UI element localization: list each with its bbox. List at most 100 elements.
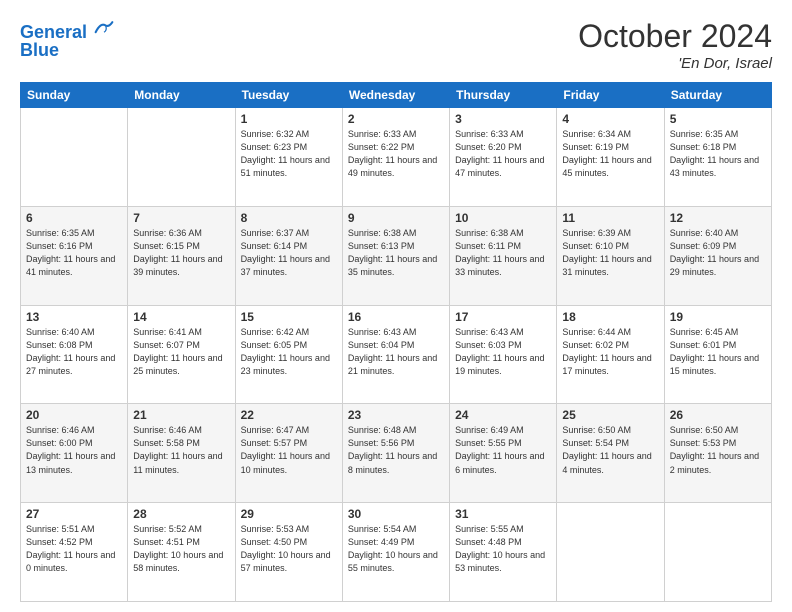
day-number: 12 bbox=[670, 211, 766, 225]
day-info: Sunrise: 6:48 AM Sunset: 5:56 PM Dayligh… bbox=[348, 424, 444, 476]
calendar-week-row: 20 Sunrise: 6:46 AM Sunset: 6:00 PM Dayli… bbox=[21, 404, 772, 503]
weekday-header: Thursday bbox=[450, 83, 557, 108]
day-info: Sunrise: 6:38 AM Sunset: 6:11 PM Dayligh… bbox=[455, 227, 551, 279]
calendar-day: 5Sunrise: 6:35 AM Sunset: 6:18 PM Daylig… bbox=[664, 108, 771, 207]
calendar-day: 25 Sunrise: 6:50 AM Sunset: 5:54 PM Dayli… bbox=[557, 404, 664, 503]
day-info: Sunrise: 6:39 AM Sunset: 6:10 PM Dayligh… bbox=[562, 227, 658, 279]
header: General Blue October 2024 'En Dor, Israe… bbox=[20, 18, 772, 72]
day-number: 11 bbox=[562, 211, 658, 225]
day-number: 16 bbox=[348, 310, 444, 324]
calendar-day: 21 Sunrise: 6:46 AM Sunset: 5:58 PM Dayli… bbox=[128, 404, 235, 503]
weekday-header: Saturday bbox=[664, 83, 771, 108]
calendar-day: 24 Sunrise: 6:49 AM Sunset: 5:55 PM Dayli… bbox=[450, 404, 557, 503]
calendar-empty bbox=[664, 503, 771, 602]
day-number: 30 bbox=[348, 507, 444, 521]
day-number: 17 bbox=[455, 310, 551, 324]
calendar-day: 9 Sunrise: 6:38 AM Sunset: 6:13 PM Daylig… bbox=[342, 206, 449, 305]
calendar-day: 14 Sunrise: 6:41 AM Sunset: 6:07 PM Dayli… bbox=[128, 305, 235, 404]
calendar-week-row: 1 Sunrise: 6:32 AM Sunset: 6:23 PM Daylig… bbox=[21, 108, 772, 207]
calendar-day: 18 Sunrise: 6:44 AM Sunset: 6:02 PM Dayli… bbox=[557, 305, 664, 404]
day-number: 9 bbox=[348, 211, 444, 225]
day-number: 21 bbox=[133, 408, 229, 422]
day-info: Sunrise: 6:50 AM Sunset: 5:54 PM Dayligh… bbox=[562, 424, 658, 476]
day-info: Sunrise: 6:34 AM Sunset: 6:19 PM Dayligh… bbox=[562, 128, 658, 180]
day-info: Sunrise: 6:40 AM Sunset: 6:08 PM Dayligh… bbox=[26, 326, 122, 378]
calendar-day: 30 Sunrise: 5:54 AM Sunset: 4:49 PM Dayli… bbox=[342, 503, 449, 602]
day-number: 25 bbox=[562, 408, 658, 422]
day-number: 14 bbox=[133, 310, 229, 324]
day-info: Sunrise: 6:33 AM Sunset: 6:22 PM Dayligh… bbox=[348, 128, 444, 180]
day-info: Sunrise: 6:37 AM Sunset: 6:14 PM Dayligh… bbox=[241, 227, 337, 279]
day-number: 4 bbox=[562, 112, 658, 126]
day-number: 2 bbox=[348, 112, 444, 126]
day-info: Sunrise: 6:40 AM Sunset: 6:09 PM Dayligh… bbox=[670, 227, 766, 279]
day-info: Sunrise: 6:36 AM Sunset: 6:15 PM Dayligh… bbox=[133, 227, 229, 279]
calendar-day: 27 Sunrise: 5:51 AM Sunset: 4:52 PM Dayli… bbox=[21, 503, 128, 602]
calendar-day: 11 Sunrise: 6:39 AM Sunset: 6:10 PM Dayli… bbox=[557, 206, 664, 305]
page: General Blue October 2024 'En Dor, Israe… bbox=[0, 0, 792, 612]
day-number: 1 bbox=[241, 112, 337, 126]
title-block: October 2024 'En Dor, Israel bbox=[578, 18, 772, 72]
day-number: 28 bbox=[133, 507, 229, 521]
calendar-day: 2 Sunrise: 6:33 AM Sunset: 6:22 PM Daylig… bbox=[342, 108, 449, 207]
calendar-day: 4 Sunrise: 6:34 AM Sunset: 6:19 PM Daylig… bbox=[557, 108, 664, 207]
month-title: October 2024 bbox=[578, 18, 772, 55]
calendar-day: 6Sunrise: 6:35 AM Sunset: 6:16 PM Daylig… bbox=[21, 206, 128, 305]
logo-bird-icon bbox=[94, 18, 114, 38]
day-info: Sunrise: 6:44 AM Sunset: 6:02 PM Dayligh… bbox=[562, 326, 658, 378]
day-info: Sunrise: 6:47 AM Sunset: 5:57 PM Dayligh… bbox=[241, 424, 337, 476]
calendar-day: 22Sunrise: 6:47 AM Sunset: 5:57 PM Dayli… bbox=[235, 404, 342, 503]
location: 'En Dor, Israel bbox=[578, 55, 772, 72]
day-info: Sunrise: 5:54 AM Sunset: 4:49 PM Dayligh… bbox=[348, 523, 444, 575]
calendar-day: 13 Sunrise: 6:40 AM Sunset: 6:08 PM Dayli… bbox=[21, 305, 128, 404]
day-number: 18 bbox=[562, 310, 658, 324]
calendar-day: 28 Sunrise: 5:52 AM Sunset: 4:51 PM Dayli… bbox=[128, 503, 235, 602]
calendar-day: 8Sunrise: 6:37 AM Sunset: 6:14 PM Daylig… bbox=[235, 206, 342, 305]
day-info: Sunrise: 6:41 AM Sunset: 6:07 PM Dayligh… bbox=[133, 326, 229, 378]
weekday-header: Monday bbox=[128, 83, 235, 108]
day-info: Sunrise: 6:33 AM Sunset: 6:20 PM Dayligh… bbox=[455, 128, 551, 180]
day-number: 23 bbox=[348, 408, 444, 422]
calendar-day: 29Sunrise: 5:53 AM Sunset: 4:50 PM Dayli… bbox=[235, 503, 342, 602]
calendar-week-row: 6Sunrise: 6:35 AM Sunset: 6:16 PM Daylig… bbox=[21, 206, 772, 305]
day-info: Sunrise: 6:32 AM Sunset: 6:23 PM Dayligh… bbox=[241, 128, 337, 180]
day-number: 26 bbox=[670, 408, 766, 422]
day-info: Sunrise: 6:38 AM Sunset: 6:13 PM Dayligh… bbox=[348, 227, 444, 279]
day-info: Sunrise: 6:35 AM Sunset: 6:18 PM Dayligh… bbox=[670, 128, 766, 180]
day-number: 27 bbox=[26, 507, 122, 521]
calendar-week-row: 13 Sunrise: 6:40 AM Sunset: 6:08 PM Dayli… bbox=[21, 305, 772, 404]
day-number: 15 bbox=[241, 310, 337, 324]
calendar-day: 7 Sunrise: 6:36 AM Sunset: 6:15 PM Daylig… bbox=[128, 206, 235, 305]
day-number: 13 bbox=[26, 310, 122, 324]
day-number: 19 bbox=[670, 310, 766, 324]
calendar-empty bbox=[557, 503, 664, 602]
day-number: 7 bbox=[133, 211, 229, 225]
day-info: Sunrise: 6:50 AM Sunset: 5:53 PM Dayligh… bbox=[670, 424, 766, 476]
calendar-empty bbox=[21, 108, 128, 207]
calendar-day: 19 Sunrise: 6:45 AM Sunset: 6:01 PM Dayli… bbox=[664, 305, 771, 404]
calendar-day: 31Sunrise: 5:55 AM Sunset: 4:48 PM Dayli… bbox=[450, 503, 557, 602]
calendar-day: 26 Sunrise: 6:50 AM Sunset: 5:53 PM Dayli… bbox=[664, 404, 771, 503]
weekday-header: Wednesday bbox=[342, 83, 449, 108]
weekday-header: Sunday bbox=[21, 83, 128, 108]
weekday-header-row: SundayMondayTuesdayWednesdayThursdayFrid… bbox=[21, 83, 772, 108]
calendar-day: 15 Sunrise: 6:42 AM Sunset: 6:05 PM Dayli… bbox=[235, 305, 342, 404]
calendar-day: 23 Sunrise: 6:48 AM Sunset: 5:56 PM Dayli… bbox=[342, 404, 449, 503]
day-number: 20 bbox=[26, 408, 122, 422]
day-info: Sunrise: 6:43 AM Sunset: 6:03 PM Dayligh… bbox=[455, 326, 551, 378]
calendar-table: SundayMondayTuesdayWednesdayThursdayFrid… bbox=[20, 82, 772, 602]
day-info: Sunrise: 6:45 AM Sunset: 6:01 PM Dayligh… bbox=[670, 326, 766, 378]
calendar-empty bbox=[128, 108, 235, 207]
calendar-day: 16Sunrise: 6:43 AM Sunset: 6:04 PM Dayli… bbox=[342, 305, 449, 404]
day-number: 3 bbox=[455, 112, 551, 126]
day-number: 24 bbox=[455, 408, 551, 422]
day-info: Sunrise: 6:42 AM Sunset: 6:05 PM Dayligh… bbox=[241, 326, 337, 378]
day-info: Sunrise: 5:52 AM Sunset: 4:51 PM Dayligh… bbox=[133, 523, 229, 575]
calendar-day: 10Sunrise: 6:38 AM Sunset: 6:11 PM Dayli… bbox=[450, 206, 557, 305]
day-info: Sunrise: 6:49 AM Sunset: 5:55 PM Dayligh… bbox=[455, 424, 551, 476]
logo: General Blue bbox=[20, 18, 114, 61]
day-info: Sunrise: 5:51 AM Sunset: 4:52 PM Dayligh… bbox=[26, 523, 122, 575]
day-info: Sunrise: 6:46 AM Sunset: 5:58 PM Dayligh… bbox=[133, 424, 229, 476]
day-info: Sunrise: 6:46 AM Sunset: 6:00 PM Dayligh… bbox=[26, 424, 122, 476]
day-number: 6 bbox=[26, 211, 122, 225]
